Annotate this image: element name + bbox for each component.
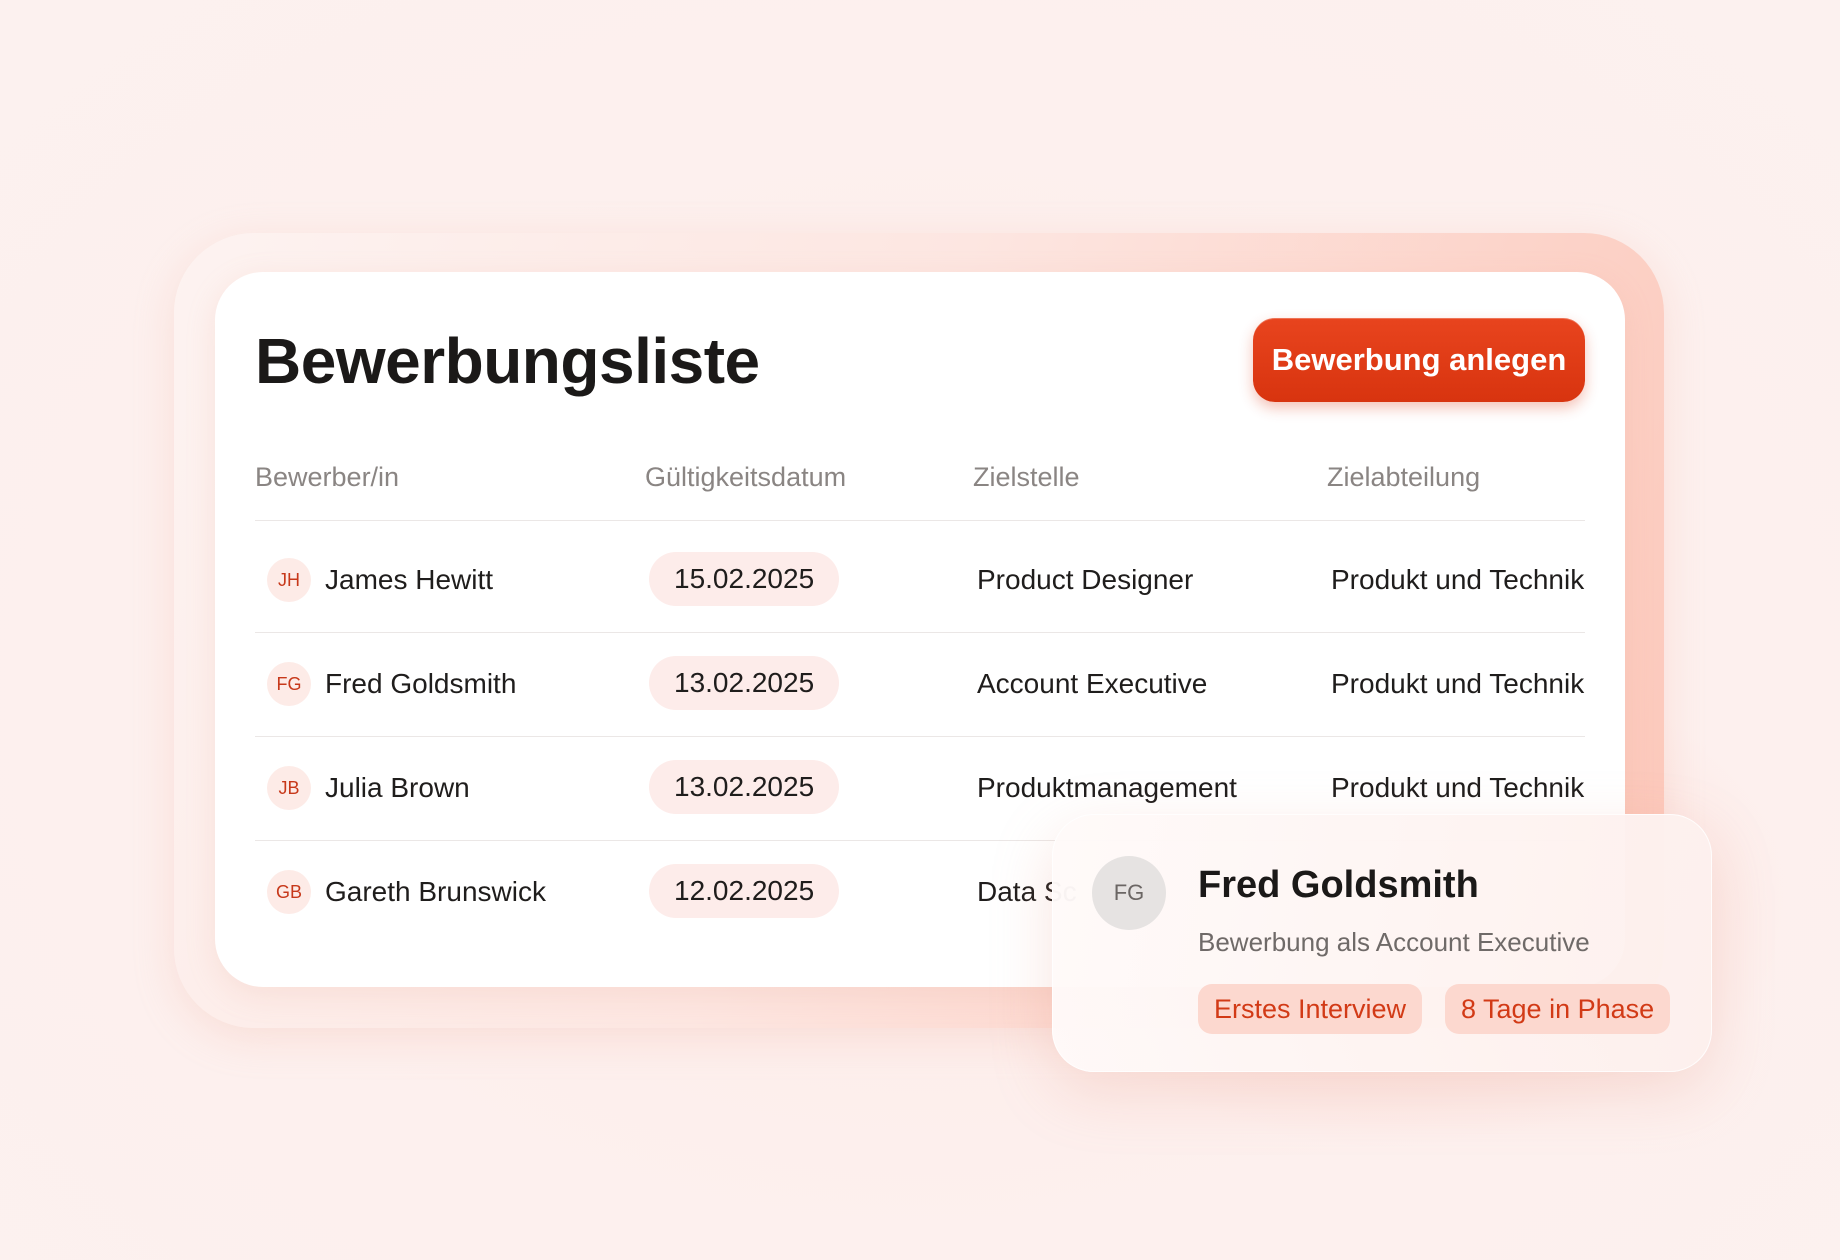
phase-tag: Erstes Interview [1198,984,1423,1034]
column-header-target-department[interactable]: Zielabteilung [1327,462,1480,493]
page-title: Bewerbungsliste [255,325,760,397]
table-row[interactable]: JH James Hewitt 15.02.2025 Product Desig… [255,528,1585,633]
column-header-target-position[interactable]: Zielstelle [973,462,1080,493]
target-position: Account Executive [977,668,1208,699]
applicant-name: Gareth Brunswick [325,876,546,907]
avatar: JH [267,558,311,602]
target-department: Produkt und Technik [1331,668,1585,699]
table-header: Bewerber/in Gültigkeitsdatum Zielstelle … [255,462,1585,521]
date-badge: 15.02.2025 [649,552,840,606]
popover-applicant-name: Fred Goldsmith [1198,864,1479,906]
target-position: Produktmanagement [977,772,1237,803]
target-department: Produkt und Technik [1331,564,1585,595]
column-header-validity-date[interactable]: Gültigkeitsdatum [645,462,846,493]
avatar: JB [267,766,311,810]
add-application-button[interactable]: Bewerbung anlegen [1253,318,1585,402]
column-header-applicant[interactable]: Bewerber/in [255,462,399,493]
avatar: FG [267,662,311,706]
applicant-name: Fred Goldsmith [325,668,517,699]
days-in-phase-tag: 8 Tage in Phase [1445,984,1671,1034]
date-badge: 13.02.2025 [649,760,840,814]
applicant-detail-popover[interactable]: FG Fred Goldsmith Bewerbung als Account … [1052,814,1712,1072]
popover-subtitle: Bewerbung als Account Executive [1198,927,1590,957]
applicant-name: Julia Brown [325,772,470,803]
target-department: Produkt und Technik [1331,772,1585,803]
avatar: FG [1092,856,1166,930]
applicant-name: James Hewitt [325,564,494,595]
date-badge: 12.02.2025 [649,864,840,918]
date-badge: 13.02.2025 [649,656,840,710]
table-row[interactable]: FG Fred Goldsmith 13.02.2025 Account Exe… [255,632,1585,737]
target-position: Product Designer [977,564,1194,595]
avatar: GB [267,870,311,914]
